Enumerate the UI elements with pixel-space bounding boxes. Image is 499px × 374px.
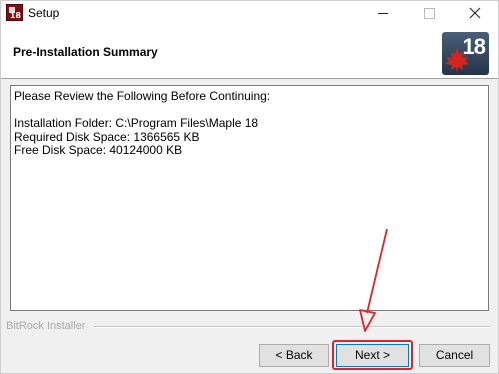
next-button[interactable]: Next > (336, 344, 409, 367)
summary-line: Required Disk Space: 1366565 KB (14, 129, 200, 144)
app-icon-badge: 18 (9, 11, 21, 20)
summary-textbox[interactable]: Please Review the Following Before Conti… (10, 85, 489, 311)
setup-window: 18 Setup Pre-Installation Summary 18 Ple… (0, 0, 499, 374)
close-icon (469, 7, 481, 19)
footer-divider (94, 326, 491, 328)
window-title: Setup (28, 6, 60, 20)
close-button[interactable] (453, 1, 498, 26)
maximize-button[interactable] (407, 1, 452, 26)
cancel-button[interactable]: Cancel (419, 344, 490, 367)
page-title: Pre-Installation Summary (13, 45, 158, 59)
logo-number: 18 (462, 34, 487, 59)
back-button[interactable]: < Back (259, 344, 329, 367)
app-icon: 18 (6, 4, 23, 21)
minimize-icon (378, 13, 388, 14)
header-band: Pre-Installation Summary 18 (1, 26, 498, 79)
maximize-icon (424, 8, 435, 19)
installer-brand: BitRock Installer (6, 320, 86, 332)
summary-line: Free Disk Space: 40124000 KB (14, 143, 183, 157)
title-bar[interactable]: 18 Setup (1, 1, 498, 26)
summary-line: Installation Folder: C:\Program Files\Ma… (14, 116, 259, 130)
summary-line-blank (14, 104, 485, 118)
summary-line: Please Review the Following Before Conti… (14, 89, 271, 103)
maple-logo: 18 (442, 32, 489, 75)
minimize-button[interactable] (361, 1, 406, 26)
